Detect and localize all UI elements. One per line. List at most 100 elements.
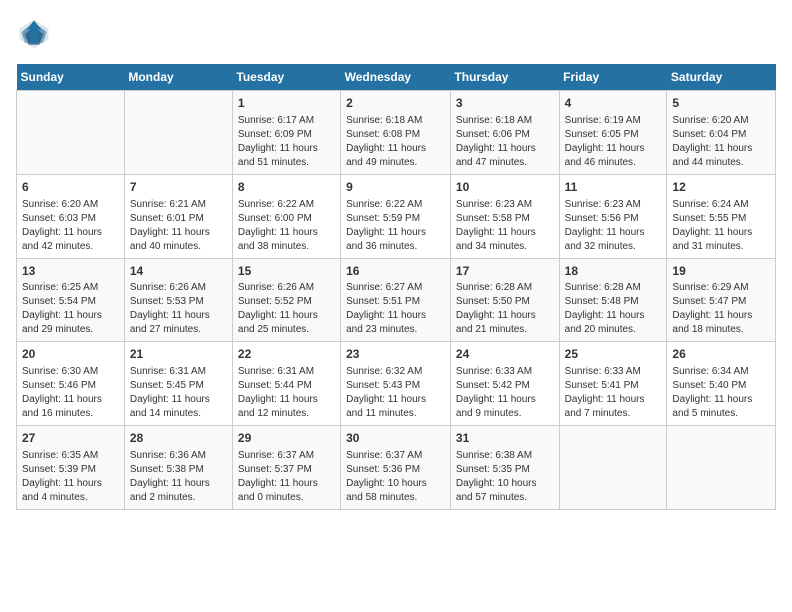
day-number: 21 <box>130 346 227 363</box>
calendar-header-saturday: Saturday <box>667 64 776 91</box>
calendar-header-thursday: Thursday <box>450 64 559 91</box>
cell-content: Sunrise: 6:28 AMSunset: 5:50 PMDaylight:… <box>456 281 554 337</box>
day-number: 16 <box>346 263 445 280</box>
cell-content: Sunrise: 6:37 AMSunset: 5:36 PMDaylight:… <box>346 449 445 505</box>
logo <box>16 16 56 52</box>
cell-content: Sunrise: 6:24 AMSunset: 5:55 PMDaylight:… <box>672 198 770 254</box>
cell-content: Sunrise: 6:22 AMSunset: 6:00 PMDaylight:… <box>238 198 335 254</box>
day-number: 20 <box>22 346 119 363</box>
day-number: 31 <box>456 430 554 447</box>
day-number: 8 <box>238 179 335 196</box>
calendar-header-monday: Monday <box>124 64 232 91</box>
calendar-cell: 2 Sunrise: 6:18 AMSunset: 6:08 PMDaylight… <box>341 91 451 175</box>
cell-content: Sunrise: 6:22 AMSunset: 5:59 PMDaylight:… <box>346 198 445 254</box>
cell-content: Sunrise: 6:33 AMSunset: 5:42 PMDaylight:… <box>456 365 554 421</box>
logo-icon <box>16 16 52 52</box>
day-number: 3 <box>456 95 554 112</box>
cell-content: Sunrise: 6:23 AMSunset: 5:56 PMDaylight:… <box>565 198 662 254</box>
calendar-cell: 29 Sunrise: 6:37 AMSunset: 5:37 PMDayligh… <box>232 426 340 510</box>
day-number: 18 <box>565 263 662 280</box>
calendar-cell: 11 Sunrise: 6:23 AMSunset: 5:56 PMDayligh… <box>559 174 667 258</box>
day-number: 1 <box>238 95 335 112</box>
day-number: 6 <box>22 179 119 196</box>
calendar-cell: 24 Sunrise: 6:33 AMSunset: 5:42 PMDayligh… <box>450 342 559 426</box>
cell-content: Sunrise: 6:26 AMSunset: 5:53 PMDaylight:… <box>130 281 227 337</box>
calendar-cell: 1 Sunrise: 6:17 AMSunset: 6:09 PMDaylight… <box>232 91 340 175</box>
calendar-cell: 27 Sunrise: 6:35 AMSunset: 5:39 PMDayligh… <box>17 426 125 510</box>
cell-content: Sunrise: 6:17 AMSunset: 6:09 PMDaylight:… <box>238 114 335 170</box>
calendar-cell: 19Sunrise: 6:29 AMSunset: 5:47 PMDayligh… <box>667 258 776 342</box>
calendar-body: 1 Sunrise: 6:17 AMSunset: 6:09 PMDaylight… <box>17 91 776 510</box>
calendar-cell: 9 Sunrise: 6:22 AMSunset: 5:59 PMDaylight… <box>341 174 451 258</box>
day-number: 19 <box>672 263 770 280</box>
calendar-header-wednesday: Wednesday <box>341 64 451 91</box>
calendar-cell <box>559 426 667 510</box>
calendar-header-friday: Friday <box>559 64 667 91</box>
cell-content: Sunrise: 6:30 AMSunset: 5:46 PMDaylight:… <box>22 365 119 421</box>
calendar-header-tuesday: Tuesday <box>232 64 340 91</box>
cell-content: Sunrise: 6:18 AMSunset: 6:08 PMDaylight:… <box>346 114 445 170</box>
day-number: 24 <box>456 346 554 363</box>
calendar-week-2: 6 Sunrise: 6:20 AMSunset: 6:03 PMDaylight… <box>17 174 776 258</box>
calendar-table: SundayMondayTuesdayWednesdayThursdayFrid… <box>16 64 776 510</box>
calendar-cell: 31Sunrise: 6:38 AMSunset: 5:35 PMDayligh… <box>450 426 559 510</box>
day-number: 7 <box>130 179 227 196</box>
cell-content: Sunrise: 6:36 AMSunset: 5:38 PMDaylight:… <box>130 449 227 505</box>
calendar-cell: 12Sunrise: 6:24 AMSunset: 5:55 PMDayligh… <box>667 174 776 258</box>
cell-content: Sunrise: 6:32 AMSunset: 5:43 PMDaylight:… <box>346 365 445 421</box>
day-number: 5 <box>672 95 770 112</box>
calendar-cell <box>124 91 232 175</box>
calendar-cell <box>17 91 125 175</box>
cell-content: Sunrise: 6:33 AMSunset: 5:41 PMDaylight:… <box>565 365 662 421</box>
calendar-week-3: 13Sunrise: 6:25 AMSunset: 5:54 PMDayligh… <box>17 258 776 342</box>
cell-content: Sunrise: 6:37 AMSunset: 5:37 PMDaylight:… <box>238 449 335 505</box>
cell-content: Sunrise: 6:29 AMSunset: 5:47 PMDaylight:… <box>672 281 770 337</box>
calendar-cell: 10 Sunrise: 6:23 AMSunset: 5:58 PMDayligh… <box>450 174 559 258</box>
day-number: 10 <box>456 179 554 196</box>
day-number: 26 <box>672 346 770 363</box>
page-header <box>16 16 776 52</box>
cell-content: Sunrise: 6:21 AMSunset: 6:01 PMDaylight:… <box>130 198 227 254</box>
calendar-cell <box>667 426 776 510</box>
cell-content: Sunrise: 6:25 AMSunset: 5:54 PMDaylight:… <box>22 281 119 337</box>
calendar-cell: 21Sunrise: 6:31 AMSunset: 5:45 PMDayligh… <box>124 342 232 426</box>
calendar-cell: 14Sunrise: 6:26 AMSunset: 5:53 PMDayligh… <box>124 258 232 342</box>
day-number: 25 <box>565 346 662 363</box>
calendar-cell: 3 Sunrise: 6:18 AMSunset: 6:06 PMDaylight… <box>450 91 559 175</box>
calendar-cell: 7 Sunrise: 6:21 AMSunset: 6:01 PMDaylight… <box>124 174 232 258</box>
calendar-cell: 25 Sunrise: 6:33 AMSunset: 5:41 PMDayligh… <box>559 342 667 426</box>
calendar-header-sunday: Sunday <box>17 64 125 91</box>
calendar-cell: 8 Sunrise: 6:22 AMSunset: 6:00 PMDaylight… <box>232 174 340 258</box>
calendar-cell: 28 Sunrise: 6:36 AMSunset: 5:38 PMDayligh… <box>124 426 232 510</box>
calendar-cell: 20 Sunrise: 6:30 AMSunset: 5:46 PMDayligh… <box>17 342 125 426</box>
cell-content: Sunrise: 6:20 AMSunset: 6:03 PMDaylight:… <box>22 198 119 254</box>
cell-content: Sunrise: 6:27 AMSunset: 5:51 PMDaylight:… <box>346 281 445 337</box>
calendar-cell: 13Sunrise: 6:25 AMSunset: 5:54 PMDayligh… <box>17 258 125 342</box>
calendar-cell: 16Sunrise: 6:27 AMSunset: 5:51 PMDayligh… <box>341 258 451 342</box>
day-number: 2 <box>346 95 445 112</box>
day-number: 28 <box>130 430 227 447</box>
cell-content: Sunrise: 6:26 AMSunset: 5:52 PMDaylight:… <box>238 281 335 337</box>
day-number: 29 <box>238 430 335 447</box>
calendar-week-5: 27 Sunrise: 6:35 AMSunset: 5:39 PMDayligh… <box>17 426 776 510</box>
calendar-cell: 26Sunrise: 6:34 AMSunset: 5:40 PMDayligh… <box>667 342 776 426</box>
day-number: 4 <box>565 95 662 112</box>
day-number: 15 <box>238 263 335 280</box>
calendar-cell: 22Sunrise: 6:31 AMSunset: 5:44 PMDayligh… <box>232 342 340 426</box>
cell-content: Sunrise: 6:35 AMSunset: 5:39 PMDaylight:… <box>22 449 119 505</box>
day-number: 14 <box>130 263 227 280</box>
day-number: 17 <box>456 263 554 280</box>
calendar-week-1: 1 Sunrise: 6:17 AMSunset: 6:09 PMDaylight… <box>17 91 776 175</box>
cell-content: Sunrise: 6:18 AMSunset: 6:06 PMDaylight:… <box>456 114 554 170</box>
day-number: 9 <box>346 179 445 196</box>
day-number: 27 <box>22 430 119 447</box>
calendar-cell: 6 Sunrise: 6:20 AMSunset: 6:03 PMDaylight… <box>17 174 125 258</box>
calendar-cell: 17Sunrise: 6:28 AMSunset: 5:50 PMDayligh… <box>450 258 559 342</box>
day-number: 11 <box>565 179 662 196</box>
day-number: 23 <box>346 346 445 363</box>
cell-content: Sunrise: 6:23 AMSunset: 5:58 PMDaylight:… <box>456 198 554 254</box>
calendar-cell: 5Sunrise: 6:20 AMSunset: 6:04 PMDaylight… <box>667 91 776 175</box>
calendar-week-4: 20 Sunrise: 6:30 AMSunset: 5:46 PMDayligh… <box>17 342 776 426</box>
day-number: 30 <box>346 430 445 447</box>
calendar-cell: 18Sunrise: 6:28 AMSunset: 5:48 PMDayligh… <box>559 258 667 342</box>
